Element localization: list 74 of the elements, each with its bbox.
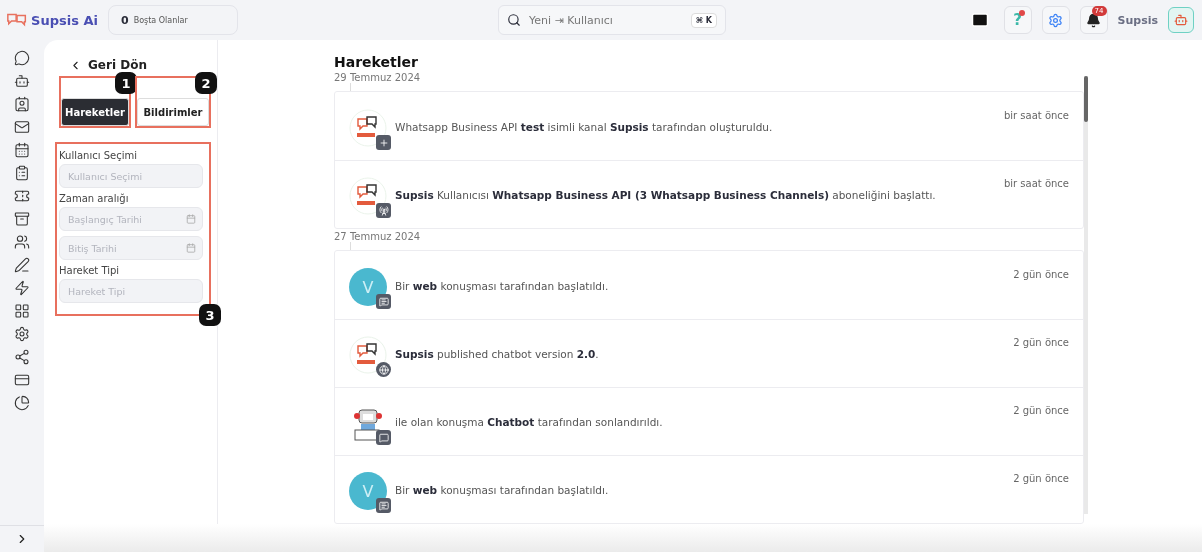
activity-time: 2 gün önce — [1013, 269, 1069, 280]
activity-time: bir saat önce — [1003, 110, 1069, 121]
field-label: Kullanıcı Seçimi — [59, 150, 138, 161]
field-input[interactable]: Bitiş Tarihi — [66, 241, 186, 255]
lightning-icon[interactable] — [14, 280, 30, 296]
tab[interactable]: Bildirimler — [137, 98, 209, 126]
share-icon[interactable] — [14, 349, 30, 365]
calendar-icon — [186, 243, 196, 253]
settings-button[interactable] — [1041, 6, 1070, 34]
chat-badge-icon — [376, 498, 391, 513]
search-input[interactable]: Yeni ⇥ Kullanıcı — [527, 12, 685, 28]
back-link[interactable]: Geri Dön — [59, 58, 217, 72]
users-icon[interactable] — [14, 234, 30, 250]
plus-badge-icon — [376, 135, 391, 150]
bot-icon[interactable] — [14, 73, 30, 89]
logo-avatar-icon — [349, 109, 387, 147]
chat-icon[interactable] — [14, 50, 30, 66]
activity-time: 2 gün önce — [1013, 337, 1069, 348]
chat-check-badge-icon — [376, 430, 391, 445]
user-avatar[interactable] — [1168, 7, 1194, 33]
activity-text: Supsis Kullanıcısı Whatsapp Business API (3 Whatsapp Business Channels) aboneliğini başlattı. — [395, 189, 937, 201]
logo-icon — [6, 12, 29, 28]
scrollbar-thumb[interactable] — [1084, 76, 1088, 122]
card-icon[interactable] — [14, 372, 30, 388]
user-name: Supsis — [1117, 13, 1158, 27]
chat-badge-icon — [376, 294, 391, 309]
select-field[interactable]: Kullanıcı Seçimi — [59, 164, 203, 188]
tab[interactable]: Hareketler — [61, 98, 129, 126]
grid-icon[interactable] — [14, 303, 30, 319]
clipboard-icon[interactable] — [14, 165, 30, 181]
field-label: Zaman aralığı — [59, 193, 130, 204]
settings-icon — [1048, 12, 1063, 28]
idle-label: Boşta Olanlar — [133, 15, 188, 25]
field-label: Hareket Tipi — [59, 265, 121, 276]
activity-time: 2 gün önce — [1013, 405, 1069, 416]
activity-text: Bir web konuşması tarafından başlatıldı. — [395, 280, 610, 292]
pen-icon[interactable] — [14, 257, 30, 273]
calendar-icon[interactable] — [14, 142, 30, 158]
contact-card-icon[interactable] — [14, 96, 30, 112]
activity-text: Whatsapp Business API test isimli kanal Supsis tarafından oluşturuldu. — [395, 121, 774, 133]
search-icon — [507, 13, 521, 27]
calendar-icon — [186, 214, 196, 224]
activity-time: 2 gün önce — [1013, 473, 1069, 484]
activity-text: Supsis published chatbot version 2.0. — [395, 348, 600, 360]
logo-avatar-icon — [349, 336, 387, 374]
shortcut-hint: ⌘ K — [690, 12, 717, 28]
select-field[interactable]: Hareket Tipi — [59, 279, 203, 303]
date-heading: 27 Temmuz 2024 — [334, 231, 422, 242]
field-input[interactable]: Hareket Tipi — [66, 284, 196, 298]
logo-avatar-icon — [349, 177, 387, 215]
archive-icon[interactable] — [14, 211, 30, 227]
pie-chart-icon[interactable] — [14, 395, 30, 411]
activity-time: bir saat önce — [1003, 178, 1069, 189]
field-input[interactable]: Kullanıcı Seçimi — [66, 169, 196, 183]
antenna-badge-icon — [376, 203, 391, 218]
user-avatar: V — [349, 472, 387, 510]
bell-icon — [1086, 12, 1101, 28]
step-marker: 1 — [115, 72, 137, 94]
ticket-icon[interactable] — [14, 188, 30, 204]
step-marker: 2 — [195, 72, 217, 94]
date-field[interactable]: Başlangıç Tarihi — [59, 207, 203, 231]
idle-count: 0 — [121, 13, 129, 27]
app-name: Supsis Ai — [31, 12, 98, 28]
search-field[interactable]: Yeni ⇥ Kullanıcı ⌘ K — [498, 5, 726, 35]
date-field[interactable]: Bitiş Tarihi — [59, 236, 203, 260]
field-input[interactable]: Başlangıç Tarihi — [66, 212, 186, 226]
page-title: Hareketler — [334, 54, 419, 70]
date-heading: 29 Temmuz 2024 — [334, 72, 422, 83]
activity-text: Bir web konuşması tarafından başlatıldı. — [395, 484, 610, 496]
activity-text: ile olan konuşma Chatbot tarafından sonlandırıldı. — [395, 416, 664, 428]
globe-badge-icon — [376, 362, 391, 377]
step-marker: 3 — [199, 304, 221, 326]
user-avatar: V — [349, 268, 387, 306]
settings-icon[interactable] — [14, 326, 30, 342]
